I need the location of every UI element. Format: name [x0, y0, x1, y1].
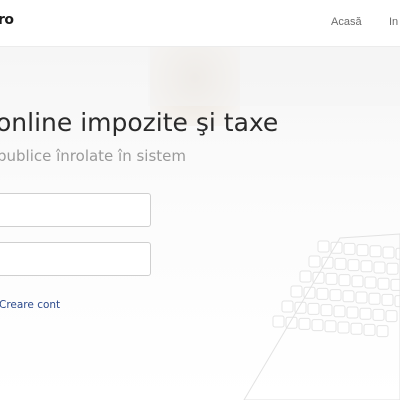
keyboard-key: [307, 302, 320, 315]
hero-subtitle: publice înrolate în sistem: [0, 147, 187, 165]
keyboard-key: [394, 295, 400, 308]
keyboard-key: [272, 315, 285, 328]
keyboard-key: [343, 242, 356, 255]
site-logo[interactable]: ro: [0, 12, 14, 28]
keyboard-key: [337, 321, 350, 334]
keyboard-key: [299, 270, 312, 283]
page: ro Acasă In online impozite şi taxe publ…: [0, 0, 400, 400]
keyboard-key: [363, 323, 376, 336]
keyboard-key: [377, 277, 390, 290]
keyboard-key: [381, 293, 394, 306]
keyboard-key: [333, 305, 346, 318]
keyboard-key: [308, 255, 321, 268]
password-input[interactable]: [0, 242, 151, 276]
keyboard-key: [360, 260, 373, 273]
keyboard-key: [356, 244, 369, 257]
create-account-link[interactable]: Creare cont: [0, 299, 60, 311]
username-input[interactable]: [0, 193, 151, 227]
keyboard-key: [355, 291, 368, 304]
keyboard-key: [347, 259, 360, 272]
keyboard-key: [351, 275, 364, 288]
keyboard-key: [325, 272, 338, 285]
keyboard-key: [338, 274, 351, 287]
nav-link-home[interactable]: Acasă: [331, 16, 362, 28]
keyboard-key: [369, 245, 382, 258]
keyboard-key: [350, 322, 363, 335]
keyboard-key: [334, 257, 347, 270]
keyboard-key: [342, 290, 355, 303]
keyboard-key: [298, 317, 311, 330]
keyboard-key: [386, 262, 399, 275]
hero-title: online impozite şi taxe: [0, 108, 279, 137]
keyboard-key: [316, 287, 329, 300]
nav-link-register[interactable]: In: [389, 16, 398, 28]
keyboard-key: [281, 300, 294, 313]
keyboard-key: [359, 307, 372, 320]
keyboard-key: [346, 306, 359, 319]
keyboard-key: [311, 319, 324, 332]
keyboard-key: [376, 325, 389, 338]
keyboard-key: [329, 289, 342, 302]
keyboard-key: [382, 246, 395, 259]
keyboard-key: [395, 247, 400, 260]
top-navbar: ro Acasă In: [0, 0, 400, 47]
keyboard-key: [364, 276, 377, 289]
keyboard-key: [372, 308, 385, 321]
keyboard-key: [368, 292, 381, 305]
keyboard-key: [385, 310, 398, 323]
keyboard-key: [317, 240, 330, 253]
keyboard-key: [373, 261, 386, 274]
keyboard-key: [290, 285, 303, 298]
keyboard-key: [324, 320, 337, 333]
keyboard-key: [390, 278, 400, 291]
keyboard-key: [320, 304, 333, 317]
